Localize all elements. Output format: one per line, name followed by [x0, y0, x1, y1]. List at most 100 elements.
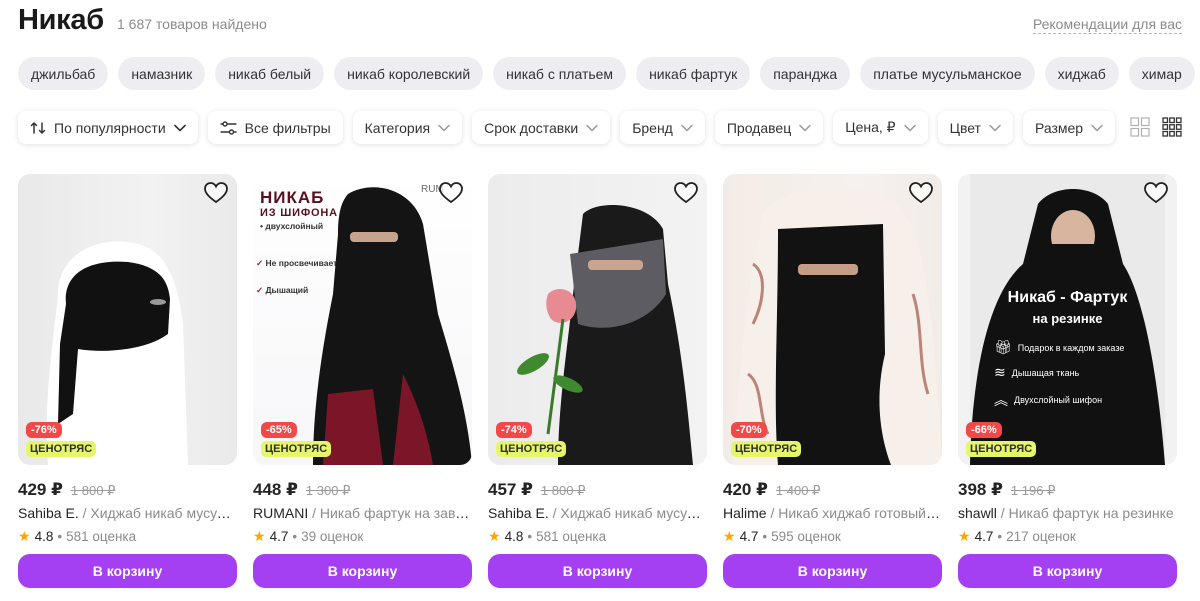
separator: / — [78, 505, 91, 521]
recommendations-link[interactable]: Рекомендации для вас — [1032, 16, 1182, 34]
rating: 4.7 — [974, 529, 994, 544]
page-header: Никаб 1 687 товаров найдено Рекомендации… — [18, 4, 1182, 44]
price-row: 448 ₽ 1 300 ₽ — [253, 480, 472, 500]
chip-jilbab[interactable]: джильбаб — [18, 57, 109, 90]
filter-color[interactable]: Цвет — [937, 111, 1013, 144]
chevron-down-icon — [903, 124, 916, 132]
star-icon: ★ — [958, 528, 971, 544]
chip-niqab-dress[interactable]: никаб с платьем — [493, 57, 627, 90]
add-to-cart-button[interactable]: В корзину — [488, 554, 707, 588]
heart-icon[interactable] — [438, 181, 464, 205]
price: 448 ₽ — [253, 480, 298, 499]
filter-brand[interactable]: Бренд — [620, 111, 705, 144]
chip-muslim-dress[interactable]: платье мусульманское — [860, 57, 1035, 90]
brand: shawll — [958, 505, 997, 521]
grid-large-icon[interactable] — [1130, 117, 1150, 142]
chip-niqab-apron[interactable]: никаб фартук — [636, 57, 751, 90]
filter-size[interactable]: Размер — [1022, 111, 1116, 144]
reviews-count[interactable]: 581 оценка — [66, 529, 136, 544]
old-price: 1 300 ₽ — [305, 483, 351, 498]
rating: 4.7 — [269, 529, 289, 544]
discount-badge: -74% — [496, 422, 532, 438]
product-name: Никаб фартук на резинке — [1008, 505, 1174, 521]
price: 398 ₽ — [958, 480, 1003, 499]
product-card[interactable]: НИКАБ ИЗ ШИФОНА • двухслойный ✓ Не просв… — [253, 174, 472, 588]
product-image[interactable]: Никаб - Фартук на резинке 🎁︎ Подарок в ка… — [958, 174, 1177, 465]
price-row: 398 ₽ 1 196 ₽ — [958, 480, 1177, 500]
image-caption: ≋ Дышащая ткань — [994, 364, 1079, 381]
heart-icon[interactable] — [673, 181, 699, 205]
chevron-down-icon — [989, 124, 1001, 132]
heart-icon[interactable] — [908, 181, 934, 205]
dot-separator: • — [292, 529, 298, 544]
sort-dropdown[interactable]: По популярности — [18, 111, 198, 144]
reviews-count[interactable]: 595 оценок — [771, 529, 841, 544]
product-title[interactable]: Sahiba E. / Хиджаб никаб мусульманский — [18, 505, 237, 521]
product-grid: -76% ЦЕНОТРЯС 429 ₽ 1 800 ₽ Sahiba E. / … — [18, 174, 1182, 588]
product-image[interactable]: НИКАБ ИЗ ШИФОНА • двухслойный ✓ Не просв… — [253, 174, 472, 465]
image-caption: • двухслойный — [260, 221, 324, 231]
image-caption: ︽ Двухслойный шифон — [994, 390, 1102, 410]
product-card[interactable]: -70% ЦЕНОТРЯС 420 ₽ 1 400 ₽ Halime / Ник… — [723, 174, 942, 588]
product-image[interactable]: -74% ЦЕНОТРЯС — [488, 174, 707, 465]
page-title: Никаб — [18, 4, 104, 36]
product-image[interactable]: -70% ЦЕНОТРЯС — [723, 174, 942, 465]
grid-small-icon[interactable] — [1162, 117, 1182, 142]
chip-niqab-white[interactable]: никаб белый — [215, 57, 325, 90]
star-icon: ★ — [253, 528, 266, 544]
chip-paranja[interactable]: паранджа — [760, 57, 851, 90]
chevron-down-icon — [1091, 124, 1103, 132]
product-title[interactable]: Halime / Никаб хиджаб готовый мусульманс… — [723, 505, 942, 521]
image-caption: ✓ Не просвечивает — [256, 258, 337, 269]
product-title[interactable]: Sahiba E. / Хиджаб никаб мусульманский — [488, 505, 707, 521]
discount-badge: -76% — [26, 422, 62, 438]
image-caption-text: Двухслойный шифон — [1014, 395, 1103, 405]
badges: -70% ЦЕНОТРЯС — [731, 422, 802, 457]
chip-niqab-royal[interactable]: никаб королевский — [334, 57, 484, 90]
price: 429 ₽ — [18, 480, 63, 499]
filter-delivery[interactable]: Срок доставки — [472, 111, 611, 144]
fabric-icon: ≋ — [994, 364, 1006, 380]
discount-badge: -66% — [966, 422, 1002, 438]
rating-row: ★ 4.7 • 39 оценок — [253, 528, 472, 545]
filter-seller[interactable]: Продавец — [714, 111, 824, 144]
price: 457 ₽ — [488, 480, 533, 499]
product-card[interactable]: -74% ЦЕНОТРЯС 457 ₽ 1 800 ₽ Sahiba E. / … — [488, 174, 707, 588]
results-count: 1 687 товаров найдено — [117, 16, 267, 32]
sort-icon — [30, 120, 46, 136]
discount-badge: -65% — [261, 422, 297, 438]
product-card[interactable]: -76% ЦЕНОТРЯС 429 ₽ 1 800 ₽ Sahiba E. / … — [18, 174, 237, 588]
chip-namaznik[interactable]: намазник — [118, 57, 206, 90]
all-filters-button[interactable]: Все фильтры — [207, 111, 343, 144]
heart-icon[interactable] — [1143, 181, 1169, 205]
image-caption-text: Подарок в каждом заказе — [1017, 342, 1125, 353]
product-name: Никаб хиджаб готовый мусульманский — [778, 505, 942, 521]
product-card[interactable]: Никаб - Фартук на резинке 🎁︎ Подарок в ка… — [958, 174, 1177, 588]
check-icon: ✓ — [256, 258, 264, 268]
chip-khimar[interactable]: химар — [1128, 57, 1195, 90]
old-price: 1 800 ₽ — [70, 483, 116, 498]
product-image[interactable]: -76% ЦЕНОТРЯС — [18, 174, 237, 465]
chevron-down-icon — [681, 124, 693, 132]
filter-category[interactable]: Категория — [352, 111, 463, 144]
product-title[interactable]: RUMANI / Никаб фартук на завязках — [253, 505, 472, 521]
add-to-cart-button[interactable]: В корзину — [18, 554, 237, 588]
dot-separator: • — [527, 529, 533, 544]
heart-icon[interactable] — [203, 181, 229, 205]
chip-hijab[interactable]: хиджаб — [1044, 57, 1119, 90]
add-to-cart-button[interactable]: В корзину — [253, 554, 472, 588]
star-icon: ★ — [18, 528, 31, 544]
filter-price[interactable]: Цена, ₽ — [833, 111, 928, 144]
reviews-count[interactable]: 581 оценка — [536, 529, 606, 544]
add-to-cart-button[interactable]: В корзину — [958, 554, 1177, 588]
image-caption: ✓ Дышащий — [256, 285, 308, 296]
add-to-cart-button[interactable]: В корзину — [723, 554, 942, 588]
reviews-count[interactable]: 217 оценок — [1006, 529, 1076, 544]
product-title[interactable]: shawll / Никаб фартук на резинке — [958, 505, 1177, 521]
gift-icon: 🎁︎ — [994, 339, 1012, 355]
filter-size-label: Размер — [1034, 119, 1084, 136]
price-row: 420 ₽ 1 400 ₽ — [723, 480, 942, 500]
reviews-count[interactable]: 39 оценок — [301, 529, 363, 544]
star-icon: ★ — [488, 528, 501, 544]
star-icon: ★ — [723, 528, 736, 544]
